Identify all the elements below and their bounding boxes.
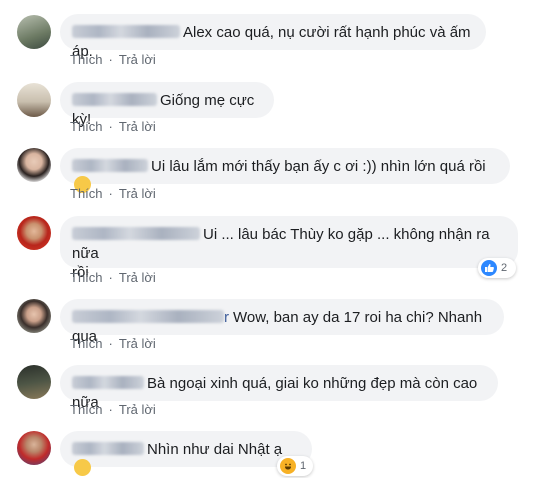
comment-bubble: Giống mẹ cực kỳ! xyxy=(60,82,274,128)
reaction-count: 1 xyxy=(300,460,307,472)
comment-actions: Thích · Trả lời xyxy=(70,336,156,351)
commenter-name-blurred[interactable] xyxy=(72,376,144,389)
avatar[interactable] xyxy=(17,83,51,117)
like-link[interactable]: Thích xyxy=(70,186,103,201)
avatar[interactable] xyxy=(17,148,51,182)
comment-bubble: r Wow, ban ay da 17 roi ha chi? Nhanh qua xyxy=(60,299,504,345)
comment-actions: Thích · Trả lời xyxy=(70,270,156,285)
comment-text: Ui lâu lắm mới thấy bạn ấy c ơi :)) nhìn… xyxy=(151,158,486,175)
comment-actions: Thích · Trả lời xyxy=(70,52,156,67)
reaction-badge[interactable]: 2 xyxy=(478,258,516,278)
commenter-name-blurred[interactable] xyxy=(72,310,224,323)
like-thumb-icon xyxy=(481,260,497,276)
avatar[interactable] xyxy=(17,15,51,49)
reaction-badge[interactable]: 1 xyxy=(277,456,313,476)
comment-text: Nhìn như dai Nhật ạ xyxy=(147,441,283,458)
reply-link[interactable]: Trả lời xyxy=(119,270,156,285)
comment-actions: Thích · Trả lời xyxy=(70,186,156,201)
reply-link[interactable]: Trả lời xyxy=(119,52,156,67)
avatar[interactable] xyxy=(17,431,51,465)
reaction-count: 2 xyxy=(501,262,508,274)
comment-actions: Thích · Trả lời xyxy=(70,402,156,417)
like-link[interactable]: Thích xyxy=(70,52,103,67)
comment-bubble: Ui lâu lắm mới thấy bạn ấy c ơi :)) nhìn… xyxy=(60,148,510,193)
commenter-name-blurred[interactable] xyxy=(72,227,200,240)
avatar[interactable] xyxy=(17,216,51,250)
reply-link[interactable]: Trả lời xyxy=(119,186,156,201)
comment-actions: Thích · Trả lời xyxy=(70,119,156,134)
reply-link[interactable]: Trả lời xyxy=(119,402,156,417)
comment-bubble: Alex cao quá, nụ cười rất hạnh phúc và ấ… xyxy=(60,14,486,60)
commenter-name-tail[interactable]: r xyxy=(224,309,229,326)
comment-bubble: Bà ngoại xinh quá, giai ko những đẹp mà … xyxy=(60,365,498,411)
laughing-emoji-icon xyxy=(74,459,91,476)
haha-reaction-icon xyxy=(280,458,296,474)
reply-link[interactable]: Trả lời xyxy=(119,336,156,351)
avatar[interactable] xyxy=(17,299,51,333)
commenter-name-blurred[interactable] xyxy=(72,25,180,38)
comment-bubble: Ui ... lâu bác Thùy ko gặp ... không nhậ… xyxy=(60,216,518,281)
avatar[interactable] xyxy=(17,365,51,399)
like-link[interactable]: Thích xyxy=(70,119,103,134)
reply-link[interactable]: Trả lời xyxy=(119,119,156,134)
commenter-name-blurred[interactable] xyxy=(72,159,148,172)
like-link[interactable]: Thích xyxy=(70,402,103,417)
commenter-name-blurred[interactable] xyxy=(72,442,144,455)
like-link[interactable]: Thích xyxy=(70,336,103,351)
like-link[interactable]: Thích xyxy=(70,270,103,285)
commenter-name-blurred[interactable] xyxy=(72,93,157,106)
comment-bubble: Nhìn như dai Nhật ạ xyxy=(60,431,312,476)
